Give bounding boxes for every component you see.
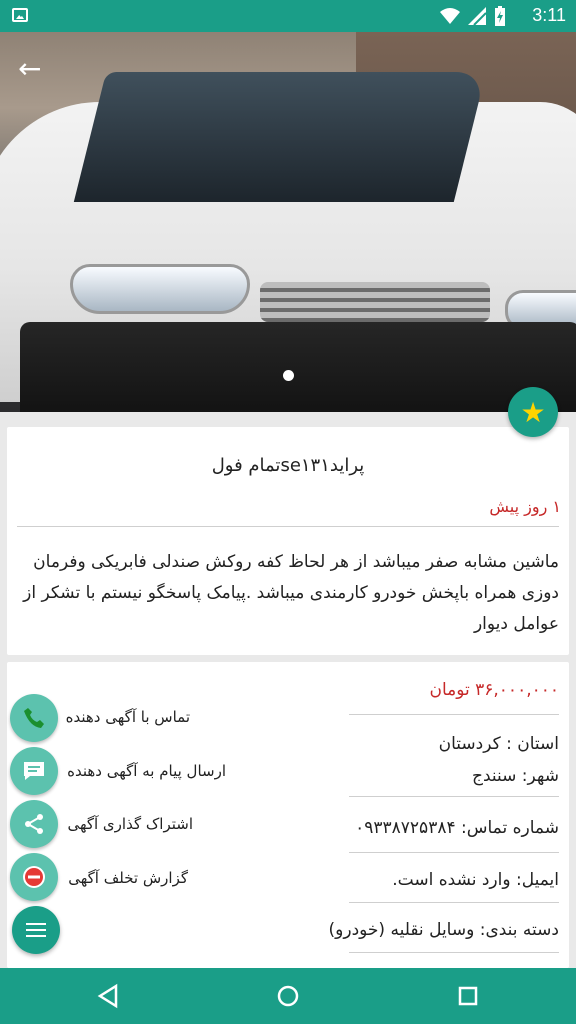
listing-photo[interactable]: ← (0, 32, 576, 412)
signal-icon (468, 7, 486, 25)
page-indicator-dot (283, 370, 294, 381)
divider (349, 852, 559, 853)
divider (349, 714, 559, 715)
posted-time: ۱ روز پیش (489, 497, 561, 516)
listing-card: پرایدse۱۳۱تمام فول ۱ روز پیش ماشین مشابه… (7, 427, 569, 655)
status-bar: 3:11 (0, 0, 576, 32)
share-listing-button[interactable] (10, 800, 58, 848)
divider (349, 952, 559, 953)
car-grille (260, 282, 490, 322)
divider (349, 902, 559, 903)
listing-description: ماشین مشابه صفر میباشد از هر لحاظ کفه رو… (23, 552, 559, 634)
back-arrow-icon[interactable]: ← (18, 52, 41, 85)
status-icons (440, 6, 506, 26)
android-nav-bar (0, 968, 576, 1024)
message-icon (24, 762, 44, 780)
recents-icon[interactable] (454, 982, 482, 1010)
email: ایمیل: وارد نشده است. (392, 870, 559, 890)
share-icon (25, 814, 43, 834)
report-listing-label[interactable]: گزارش تخلف آگهی (68, 869, 188, 887)
battery-charging-icon (495, 6, 505, 26)
phone-number[interactable]: شماره تماس: ۰۹۳۳۸۷۲۵۳۸۴ (355, 818, 559, 838)
share-listing-label[interactable]: اشتراک گذاری آگهی (67, 815, 193, 833)
category: دسته بندی: وسایل نقلیه (خودرو) (328, 920, 559, 940)
car-headlight-left (70, 264, 250, 314)
menu-fab-button[interactable] (12, 906, 60, 954)
star-icon: ★ (520, 395, 546, 429)
home-icon[interactable] (274, 982, 302, 1010)
menu-icon (26, 929, 46, 931)
city: شهر: سنندج (472, 766, 559, 786)
clock: 3:11 (532, 5, 566, 25)
province: استان : کردستان (438, 734, 559, 754)
call-advertiser-button[interactable] (10, 694, 58, 742)
call-advertiser-label[interactable]: تماس با آگهی دهنده (66, 708, 190, 726)
divider (349, 796, 559, 797)
back-icon[interactable] (94, 982, 122, 1010)
image-icon (12, 8, 28, 22)
message-advertiser-button[interactable] (10, 747, 58, 795)
wifi-icon (440, 8, 460, 24)
price: ۳۶,۰۰۰,۰۰۰ تومان (429, 680, 559, 700)
car-bumper (20, 322, 576, 412)
car-windshield (73, 72, 487, 202)
report-icon (23, 866, 45, 888)
report-listing-button[interactable] (10, 853, 58, 901)
listing-title: پرایدse۱۳۱تمام فول (211, 455, 365, 476)
phone-icon (24, 708, 44, 728)
divider (17, 526, 559, 527)
message-advertiser-label[interactable]: ارسال پیام به آگهی دهنده (67, 762, 226, 780)
bookmark-star-button[interactable]: ★ (508, 387, 558, 437)
